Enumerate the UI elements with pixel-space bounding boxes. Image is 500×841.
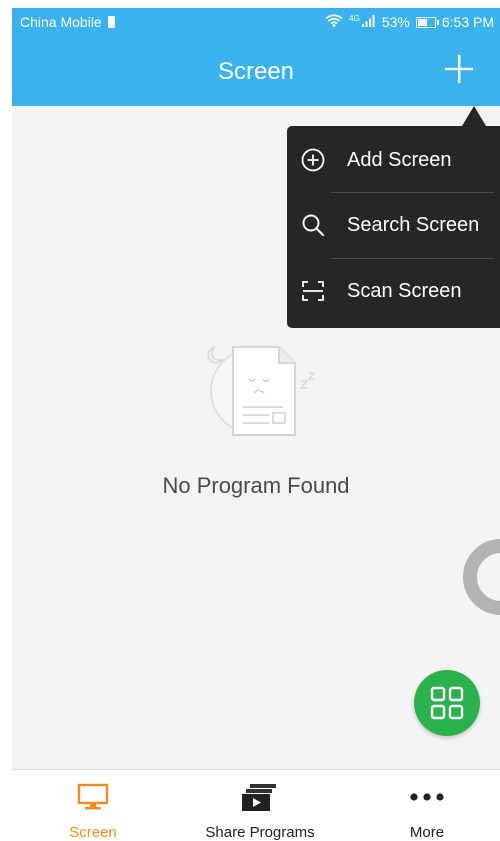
menu-item-search-screen[interactable]: Search Screen <box>287 193 500 257</box>
tab-label: Share Programs <box>205 824 315 841</box>
carrier-name: China Mobile <box>20 14 102 30</box>
monitor-icon <box>77 782 109 812</box>
app-header: Screen <box>12 38 500 106</box>
status-bar: China Mobile 4G 53% 6:53 PM <box>12 8 500 38</box>
floating-assistive-button[interactable] <box>463 539 500 615</box>
clock-time: 6:53 PM <box>441 14 494 30</box>
empty-state-message: No Program Found <box>162 473 350 498</box>
tab-share-programs[interactable]: Share Programs <box>195 770 325 841</box>
plus-circle-icon <box>301 148 325 172</box>
battery-icon <box>415 16 439 28</box>
tab-label: Screen <box>69 824 117 841</box>
status-right: 4G 53% 6:53 PM <box>325 14 494 30</box>
menu-item-label: Search Screen <box>347 213 480 236</box>
phone-screen: China Mobile 4G 53% 6:53 PM Screen Add S… <box>12 8 500 841</box>
menu-item-add-screen[interactable]: Add Screen <box>287 128 500 192</box>
menu-item-label: Scan Screen <box>347 279 462 302</box>
grid-fab-button[interactable] <box>414 670 480 736</box>
network-type: 4G <box>349 14 360 23</box>
plus-icon <box>445 55 473 83</box>
signal-icon <box>361 14 376 30</box>
sleeping-document-icon <box>197 333 322 443</box>
add-menu: Add Screen Search Screen Scan Screen <box>287 126 500 328</box>
grid-icon <box>430 686 464 720</box>
bottom-navigation: Screen Share Programs More <box>12 769 500 841</box>
more-dots-icon <box>409 782 445 812</box>
battery-percent: 53% <box>381 14 410 30</box>
scan-icon <box>301 279 325 303</box>
tab-screen[interactable]: Screen <box>53 770 133 841</box>
search-icon <box>301 213 325 237</box>
menu-item-scan-screen[interactable]: Scan Screen <box>287 259 500 323</box>
tab-label: More <box>409 824 445 841</box>
sim-card-icon <box>107 16 115 28</box>
page-title: Screen <box>217 58 295 85</box>
tab-more[interactable]: More <box>387 770 467 841</box>
menu-item-label: Add Screen <box>347 148 452 171</box>
status-left: China Mobile <box>20 14 115 30</box>
menu-pointer <box>462 106 486 126</box>
wifi-icon <box>325 14 343 30</box>
share-programs-icon <box>242 782 278 812</box>
add-button[interactable] <box>442 52 476 86</box>
